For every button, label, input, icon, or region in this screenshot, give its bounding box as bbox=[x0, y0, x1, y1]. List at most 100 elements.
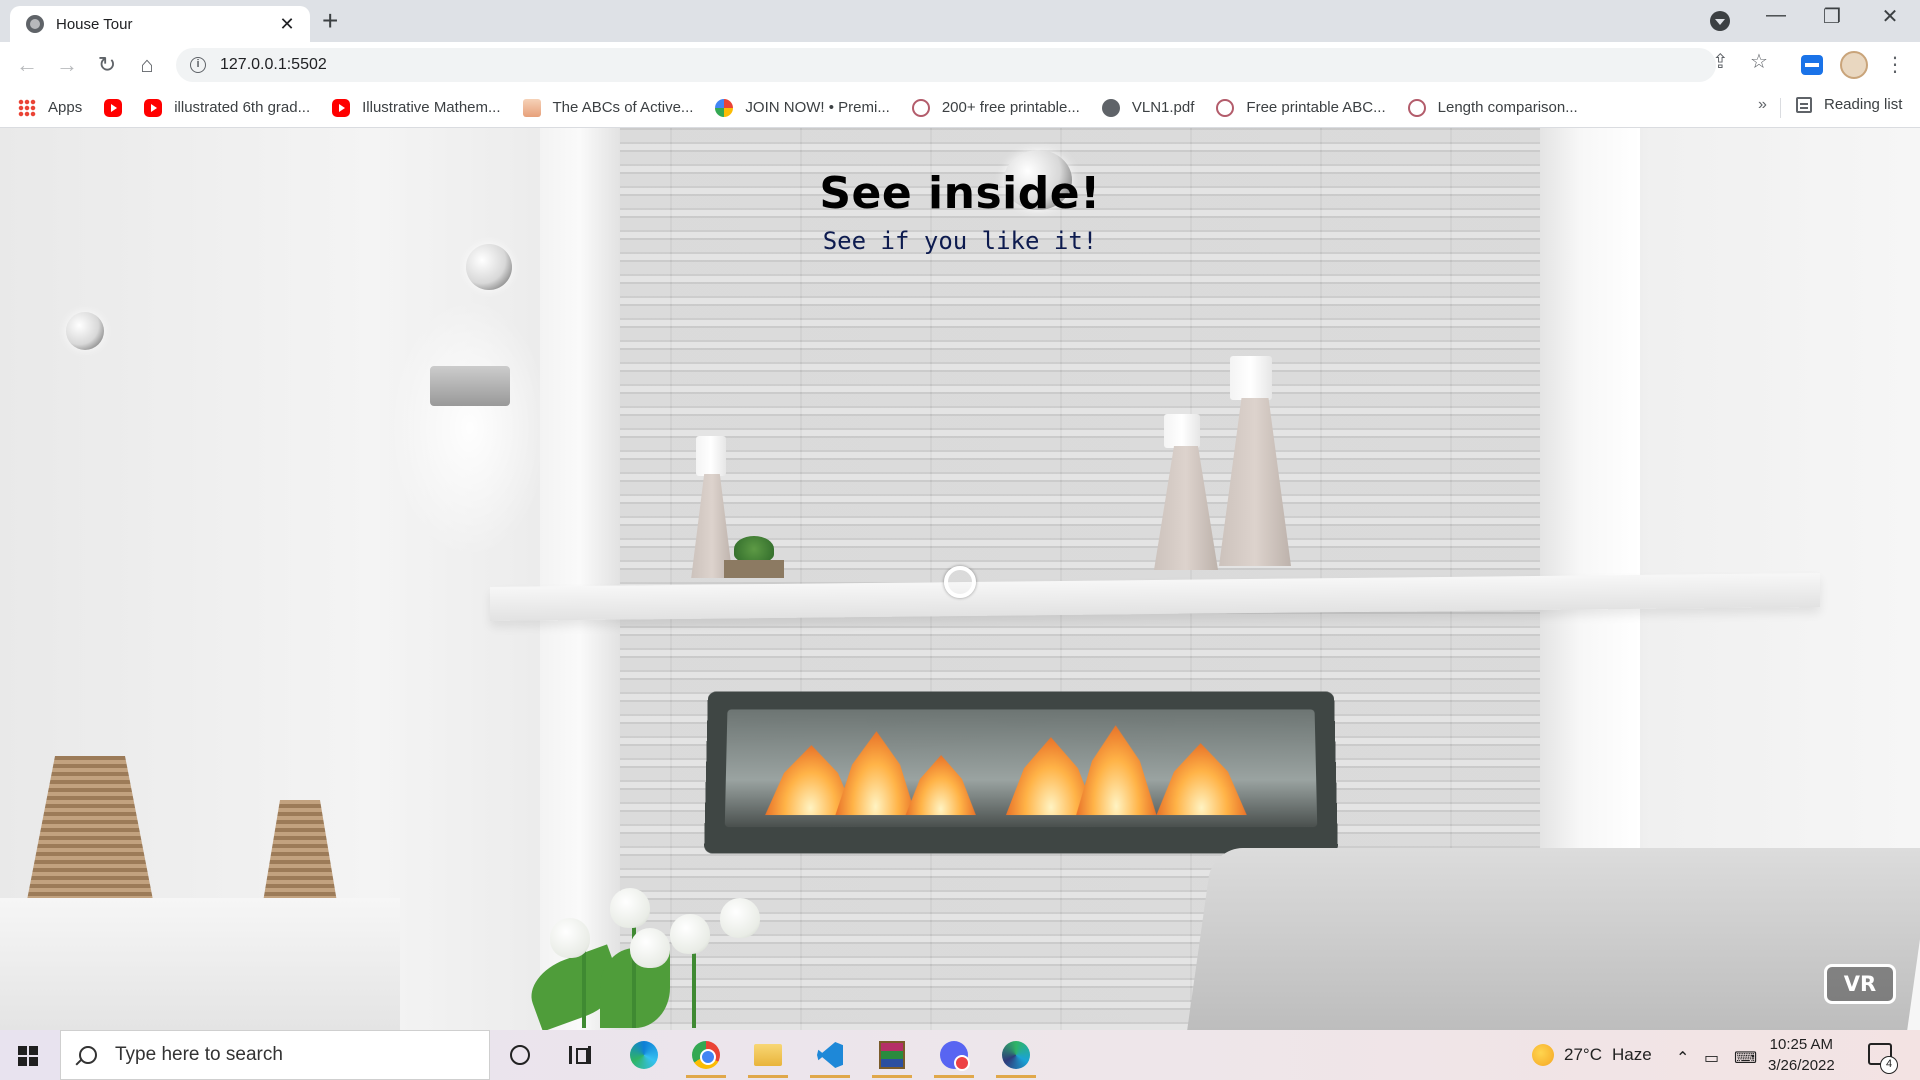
minimize-button[interactable]: — bbox=[1748, 4, 1804, 27]
tab-strip: House Tour ✕ + — ❐ ✕ bbox=[0, 0, 1920, 42]
task-view-icon bbox=[569, 1046, 591, 1064]
candle bbox=[1230, 356, 1272, 400]
close-window-button[interactable]: ✕ bbox=[1862, 4, 1918, 29]
clock-time: 10:25 AM bbox=[1769, 1036, 1834, 1053]
reading-list-label: Reading list bbox=[1824, 96, 1903, 113]
cortana-icon bbox=[510, 1045, 530, 1065]
weather-temp: 27°C bbox=[1564, 1045, 1602, 1064]
tulip bbox=[550, 918, 590, 958]
youtube-icon bbox=[332, 98, 351, 117]
bookmark-label: Illustrative Mathem... bbox=[362, 99, 501, 116]
sofa bbox=[1187, 848, 1920, 1030]
vscode-icon bbox=[817, 1042, 843, 1068]
cortana-button[interactable] bbox=[498, 1037, 542, 1073]
forward-button[interactable]: → bbox=[52, 50, 82, 80]
edge-dev-app[interactable] bbox=[994, 1037, 1038, 1078]
reload-button[interactable]: ↻ bbox=[92, 50, 122, 80]
tab-close-icon[interactable]: ✕ bbox=[276, 14, 298, 35]
tab-search-icon[interactable] bbox=[1710, 11, 1730, 31]
bookmarks-bar: Apps illustrated 6th grad... Illustrative … bbox=[0, 88, 1920, 128]
circle-logo-icon bbox=[1216, 98, 1235, 117]
tulip bbox=[630, 928, 670, 968]
divider bbox=[1780, 98, 1781, 118]
new-tab-button[interactable]: + bbox=[322, 6, 338, 36]
url-text: 127.0.0.1:5502 bbox=[220, 56, 327, 73]
discord-app[interactable] bbox=[932, 1037, 976, 1078]
notification-count: 4 bbox=[1880, 1056, 1898, 1074]
reading-list-button[interactable]: Reading list bbox=[1796, 96, 1902, 113]
light-glow bbox=[390, 298, 550, 558]
bookmark-label: Apps bbox=[48, 99, 83, 116]
circle-logo-icon bbox=[1407, 98, 1426, 117]
bookmark-item[interactable]: 200+ free printable... bbox=[911, 98, 1080, 117]
bookmark-item[interactable]: JOIN NOW! • Premi... bbox=[715, 98, 890, 117]
multicolor-icon bbox=[715, 98, 734, 117]
network-icon[interactable]: ▭ bbox=[1704, 1048, 1719, 1068]
extension-icon[interactable] bbox=[1801, 55, 1823, 75]
globe-favicon-icon bbox=[26, 15, 44, 33]
fireplace-glass bbox=[724, 709, 1318, 828]
enter-vr-button[interactable]: VR bbox=[1824, 964, 1896, 1004]
bookmark-star-icon[interactable]: ☆ bbox=[1750, 49, 1768, 74]
planter bbox=[724, 560, 784, 578]
apps-grid-icon bbox=[18, 98, 36, 117]
windows-start-icon[interactable] bbox=[18, 1046, 38, 1066]
address-bar[interactable]: i 127.0.0.1:5502 bbox=[176, 48, 1716, 82]
gaze-cursor bbox=[944, 566, 976, 598]
side-table bbox=[0, 898, 400, 1030]
bookmarks-overflow-button[interactable]: » bbox=[1758, 96, 1767, 114]
bookmark-label: Free printable ABC... bbox=[1246, 99, 1386, 116]
bookmark-item[interactable]: Illustrative Mathem... bbox=[332, 98, 501, 117]
taskbar-search[interactable]: Type here to search bbox=[60, 1030, 490, 1080]
file-explorer-app[interactable] bbox=[746, 1037, 790, 1078]
winrar-icon bbox=[879, 1041, 905, 1069]
search-placeholder: Type here to search bbox=[115, 1044, 283, 1065]
maximize-button[interactable]: ❐ bbox=[1804, 4, 1860, 29]
system-clock[interactable]: 10:25 AM 3/26/2022 bbox=[1768, 1034, 1835, 1076]
candle bbox=[1164, 414, 1200, 448]
task-view-button[interactable] bbox=[558, 1037, 602, 1073]
profile-avatar[interactable] bbox=[1840, 51, 1868, 79]
site-info-icon[interactable]: i bbox=[190, 57, 206, 73]
vr-scene-viewport[interactable]: See inside! See if you like it! VR bbox=[0, 128, 1920, 1030]
back-button[interactable]: ← bbox=[12, 50, 42, 80]
chrome-menu-icon[interactable]: ⋮ bbox=[1885, 52, 1905, 77]
bookmark-label: Length comparison... bbox=[1437, 99, 1578, 116]
fireplace bbox=[704, 691, 1338, 854]
bookmark-item[interactable]: VLN1.pdf bbox=[1101, 98, 1194, 117]
edge-app[interactable] bbox=[622, 1037, 666, 1073]
reading-list-icon bbox=[1796, 96, 1812, 113]
search-icon bbox=[79, 1046, 97, 1064]
flame bbox=[1156, 743, 1247, 815]
home-button[interactable]: ⌂ bbox=[132, 50, 162, 80]
tab-house-tour[interactable]: House Tour ✕ bbox=[10, 6, 310, 42]
chrome-app[interactable] bbox=[684, 1037, 728, 1078]
tulip-bouquet bbox=[470, 888, 790, 1030]
bookmark-label: The ABCs of Active... bbox=[552, 99, 694, 116]
bookmark-label: illustrated 6th grad... bbox=[174, 99, 311, 116]
tab-title: House Tour bbox=[56, 15, 133, 33]
bookmark-item[interactable]: Apps bbox=[18, 98, 83, 117]
bookmark-item[interactable] bbox=[104, 98, 123, 117]
tulip bbox=[610, 888, 650, 928]
share-icon[interactable]: ⇪ bbox=[1712, 49, 1729, 74]
bookmark-item[interactable]: Length comparison... bbox=[1407, 98, 1578, 117]
keyboard-icon[interactable]: ⌨ bbox=[1734, 1048, 1757, 1068]
globe-icon bbox=[1101, 98, 1120, 117]
browser-toolbar: ← → ↻ ⌂ i 127.0.0.1:5502 ⇪ ☆ ⋮ bbox=[0, 42, 1920, 88]
bookmark-item[interactable]: illustrated 6th grad... bbox=[144, 98, 311, 117]
bookmark-label: JOIN NOW! • Premi... bbox=[745, 99, 890, 116]
plant bbox=[734, 536, 774, 562]
bookmark-label: 200+ free printable... bbox=[941, 99, 1080, 116]
winrar-app[interactable] bbox=[870, 1037, 914, 1078]
weather-widget[interactable]: 27°C Haze bbox=[1532, 1030, 1652, 1080]
vscode-app[interactable] bbox=[808, 1037, 852, 1078]
edge-dev-icon bbox=[1002, 1041, 1030, 1069]
bookmark-item[interactable]: Free printable ABC... bbox=[1216, 98, 1386, 117]
candle bbox=[696, 436, 726, 476]
tulip bbox=[720, 898, 760, 938]
youtube-icon bbox=[144, 98, 163, 117]
chevron-up-icon[interactable]: ⌃ bbox=[1676, 1048, 1689, 1068]
navigation-hotspot[interactable] bbox=[66, 312, 104, 350]
bookmark-item[interactable]: The ABCs of Active... bbox=[522, 98, 694, 117]
